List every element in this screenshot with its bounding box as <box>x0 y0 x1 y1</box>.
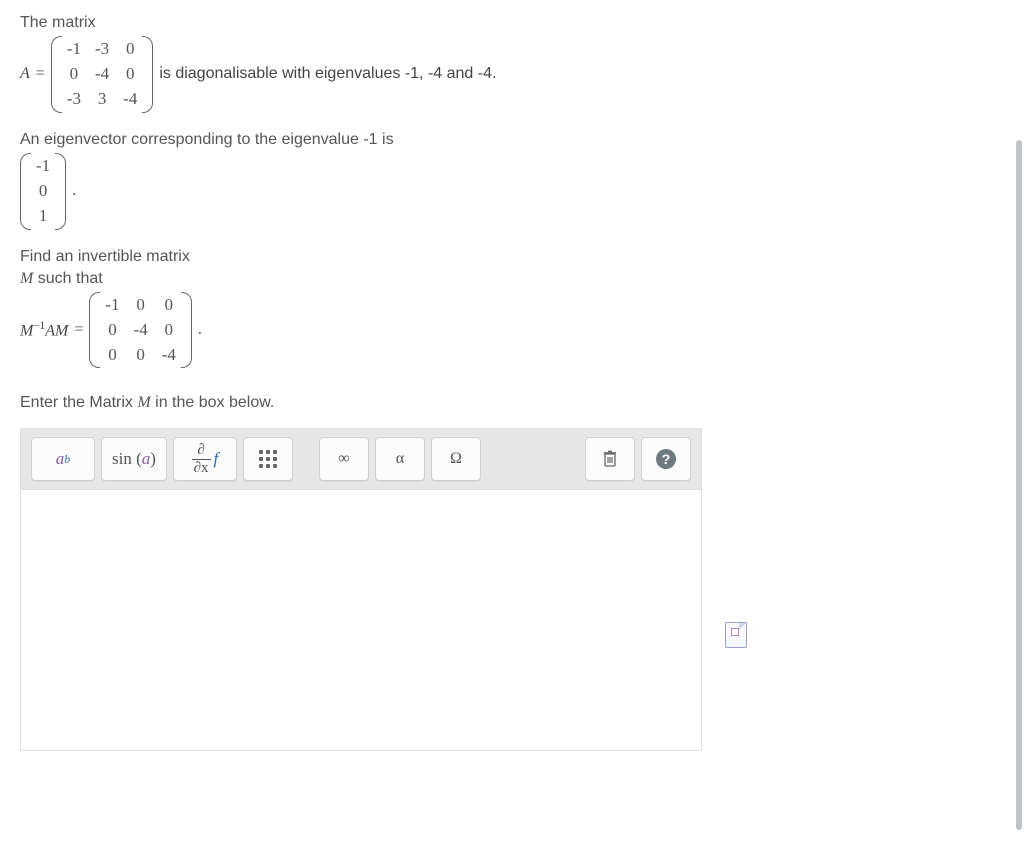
var-M: M <box>20 270 33 287</box>
eigvec-intro-pre: An eigenvector corresponding to the eige… <box>20 131 363 148</box>
matrix-icon <box>259 450 277 468</box>
diag-text: is diagonalisable with eigenvalues -1, -… <box>159 65 496 83</box>
infinity-button[interactable]: ∞ <box>319 437 369 481</box>
cell: -3 <box>95 38 109 61</box>
frac-num: ∂ <box>195 443 206 459</box>
cell: 0 <box>126 38 135 61</box>
omega-button[interactable]: Ω <box>431 437 481 481</box>
task-block: Find an invertible matrix M such that M−… <box>20 248 1004 369</box>
right-paren-icon <box>56 153 66 230</box>
find-text: Find an invertible matrix <box>20 248 1004 266</box>
frac-side: f <box>214 449 219 469</box>
sin-arg: a <box>142 449 151 469</box>
clear-button[interactable] <box>585 437 635 481</box>
eigenvector-display: -1 0 1 . <box>20 153 1004 230</box>
help-icon: ? <box>656 449 676 469</box>
question-page: The matrix A = -1 -3 0 0 -4 0 -3 3 -4 <box>0 0 1024 848</box>
cell: 0 <box>39 180 48 203</box>
cell: 0 <box>126 63 135 86</box>
trash-icon <box>602 450 618 468</box>
such-that-text: such that <box>33 270 102 287</box>
var-M-inline: M <box>137 394 150 411</box>
lhs-inv: −1 <box>33 320 45 332</box>
m-such-that: M such that <box>20 270 1004 288</box>
omega-icon: Ω <box>450 450 462 468</box>
ab-base: a <box>56 449 65 469</box>
var-A: A <box>20 65 30 83</box>
cell: -3 <box>67 88 81 111</box>
lhs-M2: M <box>55 322 68 339</box>
lhs: M−1AM <box>20 320 68 340</box>
cell: 0 <box>70 63 79 86</box>
target-matrix: -1 0 0 0 -4 0 0 0 -4 <box>89 292 192 369</box>
label-the-matrix: The matrix <box>20 14 1004 32</box>
cell: 0 <box>108 344 117 367</box>
editor-toolbar: ab sin (a) ∂ ∂x f ∞ <box>21 429 701 490</box>
eigenvector: -1 0 1 <box>20 153 66 230</box>
equation-preview-button[interactable] <box>725 622 747 648</box>
right-paren-icon <box>182 292 192 369</box>
cell: 3 <box>98 88 107 111</box>
math-input-area[interactable] <box>21 490 701 750</box>
cell: 0 <box>165 319 174 342</box>
exponent-button[interactable]: ab <box>31 437 95 481</box>
left-paren-icon <box>51 36 61 113</box>
matrix-A: -1 -3 0 0 -4 0 -3 3 -4 <box>51 36 154 113</box>
cell: -1 <box>105 294 119 317</box>
paper-icon <box>725 622 747 648</box>
left-paren-icon <box>89 292 99 369</box>
cell: -1 <box>67 38 81 61</box>
equals-sign: = <box>74 321 83 339</box>
cell: 1 <box>39 205 48 228</box>
eigenvector-grid: -1 0 1 <box>30 153 56 230</box>
alpha-button[interactable]: α <box>375 437 425 481</box>
enter-instruction: Enter the Matrix M in the box below. <box>20 394 1004 412</box>
intro-block: The matrix A = -1 -3 0 0 -4 0 -3 3 -4 <box>20 14 1004 113</box>
cell: -4 <box>123 88 137 111</box>
enter-post: in the box below. <box>151 394 275 411</box>
function-button[interactable]: sin (a) <box>101 437 167 481</box>
equals-sign: = <box>36 65 45 83</box>
eigvec-intro-end: is <box>378 131 394 148</box>
cell: -4 <box>95 63 109 86</box>
ab-exp: b <box>64 452 70 467</box>
cell: 0 <box>136 294 145 317</box>
cell: -4 <box>134 319 148 342</box>
lhs-M: M <box>20 322 33 339</box>
infinity-icon: ∞ <box>338 450 349 468</box>
frac-den: ∂x <box>192 459 211 476</box>
eigval-minus1: -1 <box>363 131 377 148</box>
vertical-scrollbar[interactable] <box>1016 140 1022 830</box>
matrix-button[interactable] <box>243 437 293 481</box>
math-editor: ab sin (a) ∂ ∂x f ∞ <box>20 428 702 751</box>
cell: 0 <box>136 344 145 367</box>
cell: -1 <box>36 155 50 178</box>
cell: 0 <box>108 319 117 342</box>
eigenvalues-text: -1, -4 and -4. <box>405 65 497 82</box>
help-glyph: ? <box>662 451 671 467</box>
diag-text-part: is diagonalisable with eigenvalues <box>159 65 405 82</box>
derivative-button[interactable]: ∂ ∂x f <box>173 437 237 481</box>
target-matrix-grid: -1 0 0 0 -4 0 0 0 -4 <box>99 292 182 369</box>
cell: -4 <box>162 344 176 367</box>
matrix-A-grid: -1 -3 0 0 -4 0 -3 3 -4 <box>61 36 144 113</box>
right-paren-icon <box>143 36 153 113</box>
cell: 0 <box>165 294 174 317</box>
help-button[interactable]: ? <box>641 437 691 481</box>
fraction-icon: ∂ ∂x <box>192 443 211 476</box>
target-equation: M−1AM = -1 0 0 0 -4 0 0 0 -4 . <box>20 292 1004 369</box>
lhs-A: A <box>45 322 55 339</box>
eigenvector-block: An eigenvector corresponding to the eige… <box>20 131 1004 230</box>
matrix-A-equation: A = -1 -3 0 0 -4 0 -3 3 -4 is diagonali <box>20 36 1004 113</box>
sin-label: sin <box>112 449 132 469</box>
left-paren-icon <box>20 153 30 230</box>
eigvec-intro: An eigenvector corresponding to the eige… <box>20 131 1004 149</box>
period: . <box>198 321 202 339</box>
alpha-icon: α <box>396 450 404 468</box>
period: . <box>72 182 76 200</box>
enter-pre: Enter the Matrix <box>20 394 137 411</box>
